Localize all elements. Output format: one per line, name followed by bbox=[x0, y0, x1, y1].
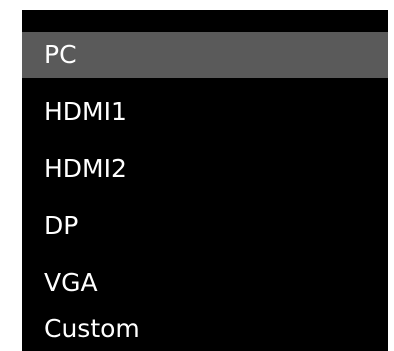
menu-item-label: DP bbox=[44, 211, 79, 240]
menu-item-custom[interactable]: Custom bbox=[22, 306, 388, 351]
menu-item-label: HDMI2 bbox=[44, 154, 127, 183]
menu-item-hdmi2[interactable]: HDMI2 bbox=[22, 146, 388, 192]
menu-item-label: Custom bbox=[44, 314, 140, 343]
menu-item-dp[interactable]: DP bbox=[22, 203, 388, 249]
menu-item-label: PC bbox=[44, 40, 77, 69]
menu-item-vga[interactable]: VGA bbox=[22, 260, 388, 306]
menu-item-label: HDMI1 bbox=[44, 97, 127, 126]
input-source-menu: PC HDMI1 HDMI2 DP VGA Custom bbox=[22, 10, 388, 351]
menu-item-label: VGA bbox=[44, 268, 98, 297]
menu-item-hdmi1[interactable]: HDMI1 bbox=[22, 89, 388, 135]
menu-item-pc[interactable]: PC bbox=[22, 32, 388, 78]
